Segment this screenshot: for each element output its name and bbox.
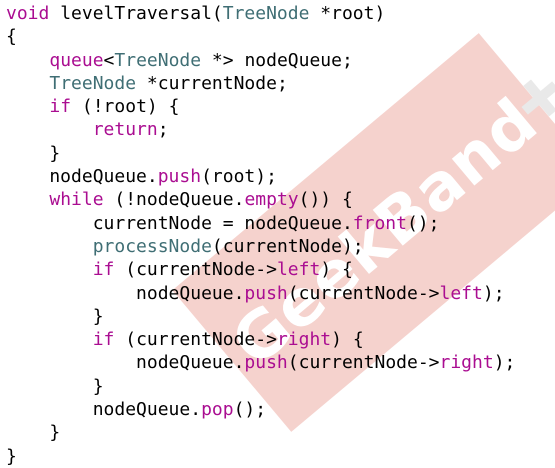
code-token: TreeNode [222, 3, 310, 24]
code-token: front [352, 212, 407, 234]
code-line: nodeQueue.pop(); [6, 398, 515, 421]
code-line: processNode(currentNode); [6, 235, 515, 258]
code-token: queue [49, 49, 104, 71]
code-token: while [49, 189, 104, 211]
code-token: } [6, 142, 61, 164]
code-token: (!nodeQueue. [103, 189, 245, 211]
code-token: (!root) { [71, 96, 180, 118]
code-token: *> nodeQueue; [201, 49, 353, 71]
code-token: } [6, 445, 17, 467]
code-token: right [276, 329, 332, 351]
code-token: push [244, 282, 288, 304]
code-line: if (currentNode->right) { [6, 328, 515, 351]
code-line: } [6, 142, 515, 165]
code-token: empty [244, 189, 299, 211]
code-line: nodeQueue.push(currentNode->left); [6, 282, 515, 305]
code-token: (currentNode-> [287, 352, 440, 374]
code-token: (currentNode-> [114, 259, 277, 281]
code-token: ); [482, 282, 505, 304]
code-line: TreeNode *currentNode; [6, 72, 515, 95]
code-token: } [6, 375, 104, 397]
code-line: } [6, 421, 515, 444]
code-line: } [6, 445, 515, 468]
code-token: ) { [331, 329, 364, 351]
code-line: nodeQueue.push(root); [6, 165, 515, 188]
code-line: { [6, 25, 515, 48]
code-token: left [439, 282, 483, 304]
code-line: void levelTraversal(TreeNode *root) [6, 2, 515, 25]
code-token: nodeQueue. [6, 352, 245, 374]
code-token: levelTraversal( [49, 3, 223, 24]
code-token: } [6, 305, 104, 327]
code-token: if [49, 96, 72, 118]
code-line: nodeQueue.push(currentNode->right); [6, 351, 515, 374]
code-line: } [6, 305, 515, 328]
code-token: ); [493, 352, 516, 374]
code-token: nodeQueue. [6, 166, 158, 188]
code-token: < [103, 49, 115, 71]
code-token: TreeNode [49, 72, 137, 94]
code-token: *currentNode; [136, 72, 288, 94]
code-token: processNode [92, 235, 212, 257]
code-token: right [439, 352, 494, 374]
code-token: return [92, 119, 158, 141]
code-line: if (!root) { [6, 95, 515, 118]
code-token: void [6, 3, 50, 24]
code-token: (currentNode-> [114, 329, 277, 351]
code-token: if [92, 329, 115, 351]
code-token: } [6, 422, 61, 444]
code-token: nodeQueue. [6, 282, 245, 304]
code-token: (); [233, 399, 267, 421]
code-line: return; [6, 118, 515, 141]
code-token: currentNode = nodeQueue. [6, 212, 353, 234]
code-token: push [157, 166, 202, 188]
code-token: *root) [309, 3, 386, 24]
code-line: while (!nodeQueue.empty()) { [6, 188, 515, 211]
code-token: (root); [201, 166, 277, 188]
code-token: (currentNode); [211, 235, 364, 257]
code-token: TreeNode [114, 49, 202, 71]
code-token: ) { [320, 259, 353, 281]
code-token: { [6, 26, 17, 48]
code-line: } [6, 375, 515, 398]
code-token: (); [406, 212, 440, 234]
plus-icon [512, 70, 555, 126]
code-token: pop [201, 399, 234, 421]
code-token: (currentNode-> [287, 282, 440, 304]
code-token: left [276, 259, 321, 281]
code-block: void levelTraversal(TreeNode *root){ que… [6, 2, 515, 468]
code-token: push [244, 352, 288, 374]
code-line: currentNode = nodeQueue.front(); [6, 212, 515, 235]
code-token: nodeQueue. [6, 399, 202, 421]
code-token: ; [157, 119, 169, 141]
code-line: if (currentNode->left) { [6, 258, 515, 281]
code-token: if [92, 259, 115, 281]
code-token: ()) { [298, 189, 353, 211]
code-line: queue<TreeNode *> nodeQueue; [6, 49, 515, 72]
